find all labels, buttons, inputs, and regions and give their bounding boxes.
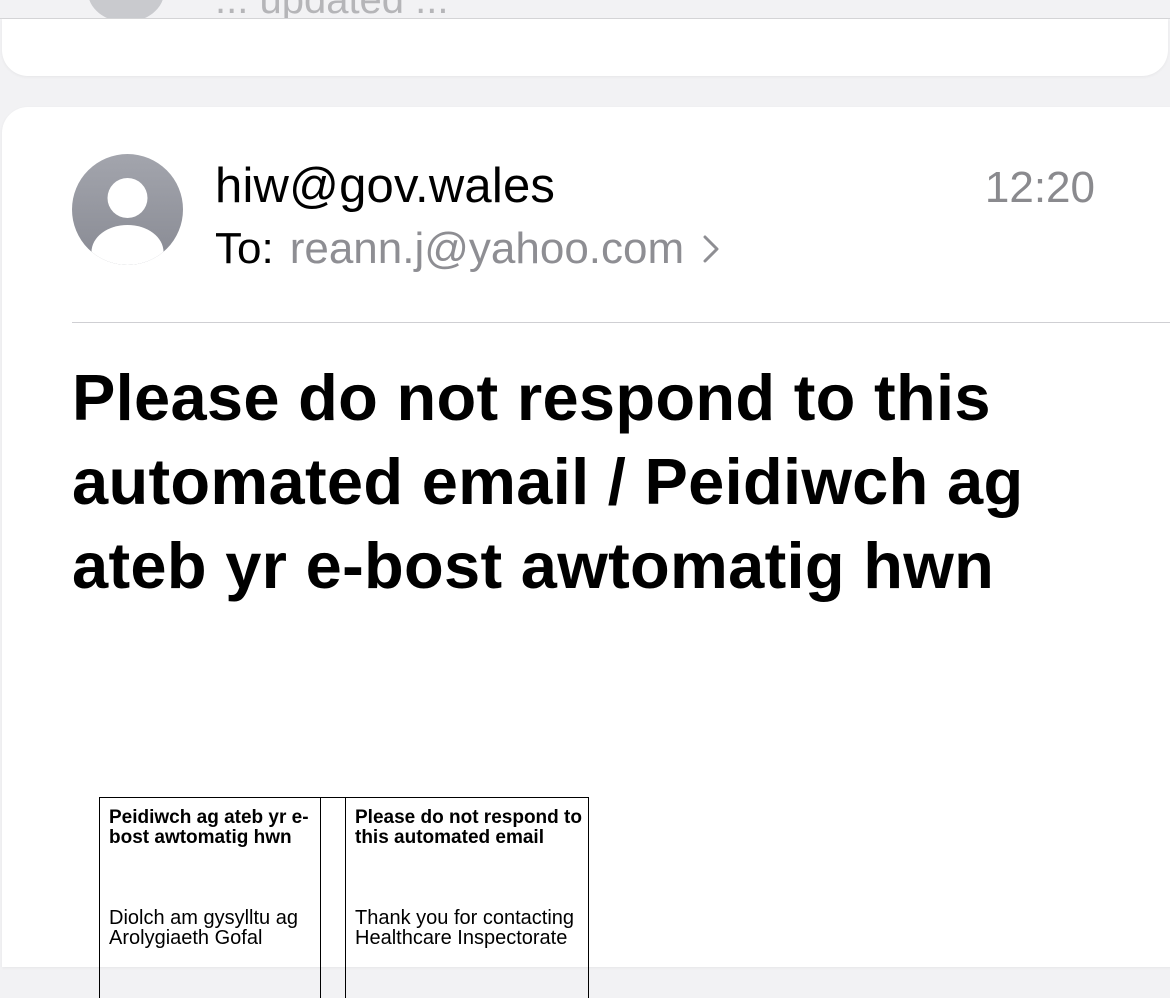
to-label: To:	[215, 224, 274, 273]
message-time: 12:20	[984, 163, 1095, 212]
person-avatar-icon[interactable]	[72, 154, 183, 265]
spacer-column	[322, 798, 346, 998]
english-heading: Please do not respond to this automated …	[355, 807, 582, 848]
recipient-address[interactable]: reann.j@yahoo.com	[290, 224, 684, 274]
previous-message-card[interactable]	[2, 19, 1168, 76]
chevron-right-icon[interactable]	[702, 234, 720, 264]
recipient-row[interactable]: To: reann.j@yahoo.com	[215, 221, 720, 277]
english-column: Please do not respond to this automated …	[347, 798, 587, 998]
welsh-heading: Peidiwch ag ateb yr e-bost awtomatig hwn	[109, 807, 309, 848]
previous-message-snippet: ... updated ...	[215, 0, 449, 18]
message-body-table: Peidiwch ag ateb yr e-bost awtomatig hwn…	[99, 797, 589, 998]
message-subject: Please do not respond to this automated …	[72, 361, 1024, 602]
header-divider	[72, 322, 1170, 323]
welsh-text: Diolch am gysylltu ag Arolygiaeth Gofal	[109, 907, 298, 949]
english-text: Thank you for contacting Healthcare Insp…	[355, 907, 575, 949]
previous-message-avatar	[88, 0, 164, 18]
sender-address[interactable]: hiw@gov.wales	[215, 156, 555, 216]
previous-message-strip[interactable]: ... updated ...	[0, 0, 1170, 19]
welsh-column: Peidiwch ag ateb yr e-bost awtomatig hwn…	[100, 798, 321, 998]
